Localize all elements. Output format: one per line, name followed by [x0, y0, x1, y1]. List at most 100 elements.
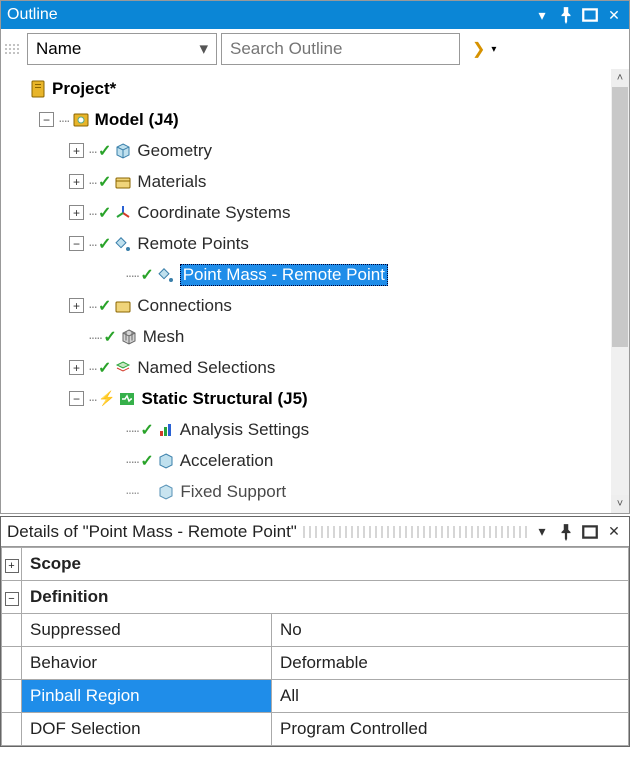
expand-toggle[interactable]: + [69, 174, 84, 189]
check-icon: ✓ [140, 420, 153, 440]
geometry-icon [113, 141, 133, 161]
check-icon: ✓ [98, 234, 111, 254]
menu-dropdown-icon[interactable]: ▾ [533, 6, 551, 24]
close-icon[interactable]: ✕ [605, 6, 623, 24]
connections-icon [113, 296, 133, 316]
accel-label: Acceleration [180, 451, 274, 471]
expand-toggle[interactable]: + [69, 298, 84, 313]
details-header-controls: ▾ ✕ [533, 523, 623, 541]
suppressed-key: Suppressed [22, 614, 272, 647]
filter-more-icon[interactable]: ▾ [491, 44, 496, 55]
scroll-track[interactable] [611, 87, 629, 495]
pinball-value[interactable]: All [272, 680, 629, 713]
tree-node-accel[interactable]: ····· ✓ Acceleration [9, 445, 627, 476]
menu-dropdown-icon[interactable]: ▾ [533, 523, 551, 541]
analysis-icon [156, 420, 176, 440]
project-icon [28, 79, 48, 99]
dof-value[interactable]: Program Controlled [272, 713, 629, 746]
tree-node-named[interactable]: +··· ✓ Named Selections [9, 352, 627, 383]
static-icon [117, 389, 137, 409]
connections-label: Connections [137, 296, 232, 316]
materials-label: Materials [137, 172, 206, 192]
outline-title: Outline [7, 6, 533, 24]
model-icon [71, 110, 91, 130]
outline-header-controls: ▾ ✕ [533, 6, 623, 24]
tree-scrollbar[interactable]: ˄ ˅ [611, 69, 629, 513]
expand-toggle[interactable]: + [5, 559, 19, 573]
collapse-toggle[interactable]: − [5, 592, 19, 606]
dof-key: DOF Selection [22, 713, 272, 746]
fixed-label: Fixed Support [180, 482, 286, 502]
outline-panel: Outline ▾ ✕ Name ▾ ❯ ▾ [0, 0, 630, 514]
suppressed-value[interactable]: No [272, 614, 629, 647]
remote-point-icon [156, 265, 176, 285]
search-input[interactable] [221, 33, 460, 65]
grip-icon [5, 37, 19, 61]
check-icon: ✓ [98, 358, 111, 378]
row-behavior[interactable]: Behavior Deformable [2, 647, 629, 680]
pin-icon[interactable] [557, 6, 575, 24]
materials-icon [113, 172, 133, 192]
scroll-thumb[interactable] [612, 87, 628, 347]
named-selections-icon [113, 358, 133, 378]
tree-node-model[interactable]: −···· Model (J4) [9, 104, 627, 135]
bolt-icon: ⚡ [98, 390, 115, 407]
tree-node-connections[interactable]: +··· ✓ Connections [9, 290, 627, 321]
model-label: Model (J4) [95, 110, 179, 130]
filter-field-label: Name [36, 39, 81, 59]
tree-node-materials[interactable]: +··· ✓ Materials [9, 166, 627, 197]
header-dots [303, 526, 527, 538]
expand-toggle[interactable]: + [69, 205, 84, 220]
expand-toggle[interactable]: + [69, 360, 84, 375]
collapse-toggle[interactable]: − [39, 112, 54, 127]
tree-node-analysis[interactable]: ····· ✓ Analysis Settings [9, 414, 627, 445]
tree-node-coord[interactable]: +··· ✓ Coordinate Systems [9, 197, 627, 228]
static-label: Static Structural (J5) [141, 389, 307, 409]
fixed-icon [156, 482, 176, 502]
remote-label: Remote Points [137, 234, 249, 254]
expand-toggle[interactable]: + [69, 143, 84, 158]
collapse-toggle[interactable]: − [69, 391, 84, 406]
tree-node-mesh[interactable]: ····· ✓ Mesh [9, 321, 627, 352]
section-scope[interactable]: + Scope [2, 548, 629, 581]
maximize-icon[interactable] [581, 523, 599, 541]
collapse-toggle[interactable]: − [69, 236, 84, 251]
check-icon: ✓ [98, 141, 111, 161]
coord-label: Coordinate Systems [137, 203, 290, 223]
tree-node-fixed[interactable]: ····· Fixed Support [9, 476, 627, 507]
close-icon[interactable]: ✕ [605, 523, 623, 541]
scroll-down-icon[interactable]: ˅ [611, 495, 629, 513]
analysis-label: Analysis Settings [180, 420, 309, 440]
check-icon: ✓ [140, 265, 153, 285]
check-icon: ✓ [140, 451, 153, 471]
pinball-key: Pinball Region [22, 680, 272, 713]
mesh-label: Mesh [143, 327, 185, 347]
pin-icon[interactable] [557, 523, 575, 541]
check-icon: ✓ [98, 172, 111, 192]
coord-icon [113, 203, 133, 223]
row-pinball[interactable]: Pinball Region All [2, 680, 629, 713]
outline-tree: Project* −···· Model (J4) +··· ✓ Geometr… [1, 69, 629, 507]
mesh-icon [119, 327, 139, 347]
check-icon: ✓ [103, 327, 116, 347]
geometry-label: Geometry [137, 141, 212, 161]
row-dof[interactable]: DOF Selection Program Controlled [2, 713, 629, 746]
tree-node-project[interactable]: Project* [9, 73, 627, 104]
tree-node-remote[interactable]: −··· ✓ Remote Points [9, 228, 627, 259]
row-suppressed[interactable]: Suppressed No [2, 614, 629, 647]
behavior-value[interactable]: Deformable [272, 647, 629, 680]
filter-bar: Name ▾ ❯ ▾ [1, 29, 629, 69]
scroll-up-icon[interactable]: ˄ [611, 69, 629, 87]
details-title: Details of "Point Mass - Remote Point" [7, 522, 297, 542]
tree-node-static[interactable]: −··· ⚡ Static Structural (J5) [9, 383, 627, 414]
tree-node-remote-child[interactable]: ····· ✓ Point Mass - Remote Point [9, 259, 627, 290]
filter-dropdown-icon[interactable]: ❯ [472, 39, 485, 59]
behavior-key: Behavior [22, 647, 272, 680]
maximize-icon[interactable] [581, 6, 599, 24]
chevron-down-icon: ▾ [199, 39, 208, 59]
tree-node-geometry[interactable]: +··· ✓ Geometry [9, 135, 627, 166]
details-panel: Details of "Point Mass - Remote Point" ▾… [0, 516, 630, 747]
section-definition[interactable]: − Definition [2, 581, 629, 614]
tree-container: Project* −···· Model (J4) +··· ✓ Geometr… [1, 69, 629, 513]
filter-field-select[interactable]: Name ▾ [27, 33, 217, 65]
